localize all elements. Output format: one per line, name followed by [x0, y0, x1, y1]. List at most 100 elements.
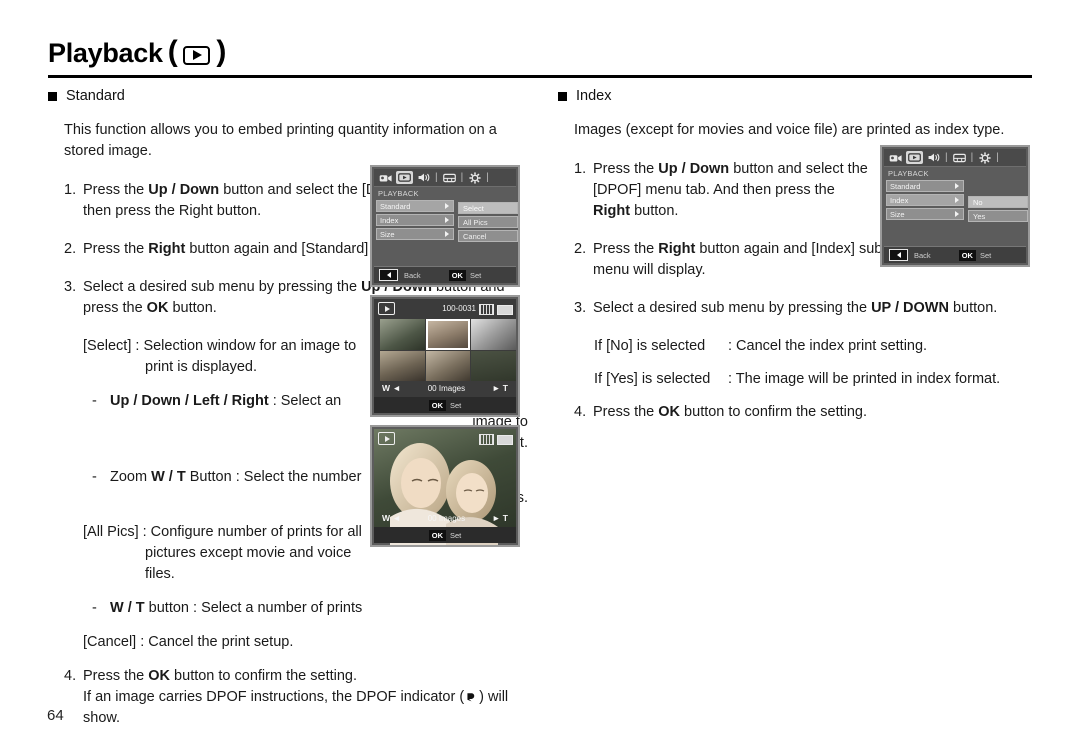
- chevron-right-icon: [445, 203, 449, 209]
- thumbnail-item-selected[interactable]: [425, 319, 471, 350]
- images-count-label: 00 Images: [427, 383, 466, 393]
- zoom-tele-control[interactable]: ► T: [492, 513, 508, 523]
- submenu-item-all-pics[interactable]: All Pics: [458, 216, 518, 228]
- ok-key[interactable]: OK: [428, 399, 446, 411]
- index-intro: Images (except for movies and voice file…: [574, 122, 1005, 138]
- dash-wt-label: W / T: [110, 600, 145, 616]
- if-yes-line: If [Yes] is selected : The image will be…: [594, 369, 1036, 390]
- if-no-text: : Cancel the index print setting.: [728, 338, 928, 354]
- zoom-wide-label: W: [382, 383, 391, 393]
- title-paren-open: (: [167, 35, 178, 68]
- ok-key[interactable]: OK: [448, 269, 466, 281]
- step4-pre: Press the: [83, 668, 149, 684]
- step-number: 2.: [64, 241, 77, 257]
- menu-row-index[interactable]: Index: [376, 214, 454, 226]
- menu-row-label: Index: [890, 195, 909, 205]
- lcd-bottom-bar: Back OK Set: [374, 266, 516, 283]
- page-number: 64: [47, 707, 64, 724]
- playback-icon: [378, 302, 395, 315]
- dash-zoom-pre: Zoom: [110, 469, 152, 485]
- dash-updown-label: Up / Down / Left / Right: [110, 393, 269, 409]
- select-definition-line2: print is displayed.: [145, 359, 258, 375]
- zoom-control-row: W ◄ 00 Images ► T: [374, 513, 516, 523]
- menu-row-standard[interactable]: Standard: [886, 180, 964, 192]
- step-number: 1.: [574, 161, 587, 177]
- header-divider: [48, 75, 1032, 78]
- playback-icon[interactable]: [906, 151, 923, 164]
- setup-icon[interactable]: [466, 171, 483, 184]
- playback-icon[interactable]: [396, 171, 413, 184]
- menu-row-label: Standard: [380, 201, 411, 211]
- thumbnail-item[interactable]: [471, 350, 516, 381]
- menu-row-label: Index: [380, 215, 399, 225]
- menu-row-index[interactable]: Index: [886, 194, 964, 206]
- menu-row-size[interactable]: Size: [376, 228, 454, 240]
- file-number: 100-0031: [442, 304, 476, 313]
- tab-separator: |: [996, 152, 999, 163]
- movie-icon[interactable]: [377, 171, 394, 184]
- thumbnail-item[interactable]: [380, 350, 425, 381]
- ok-key[interactable]: OK: [428, 529, 446, 541]
- step4-pre: Press the: [593, 404, 659, 420]
- submenu-item-select[interactable]: Select: [458, 202, 518, 214]
- allpics-line1: [All Pics] : Configure number of prints …: [83, 524, 362, 540]
- display-icon[interactable]: [441, 171, 458, 184]
- step4-post: button to confirm the setting.: [170, 668, 358, 684]
- sound-icon[interactable]: [925, 151, 942, 164]
- step-text: Select a desired sub menu by pressing th…: [593, 300, 998, 316]
- bullet-square-icon: [558, 91, 567, 101]
- lcd-screen-full-photo: W ◄ 00 Images ► T OK Set: [370, 425, 520, 547]
- setup-icon[interactable]: [976, 151, 993, 164]
- step-number: 3.: [574, 300, 587, 316]
- images-count-label: 00 Images: [427, 513, 466, 523]
- step-text: Press the Up / Down button and select th…: [593, 161, 868, 219]
- dash-zoom-label: W / T: [151, 469, 186, 485]
- submenu-item-yes[interactable]: Yes: [968, 210, 1028, 222]
- back-left-icon[interactable]: [379, 269, 398, 281]
- thumbnail-item[interactable]: [380, 319, 425, 350]
- zoom-wide-control[interactable]: W ◄: [382, 513, 401, 523]
- step4-post: button to confirm the setting.: [680, 404, 868, 420]
- zoom-tele-label: T: [502, 383, 508, 393]
- thumbnail-item[interactable]: [471, 319, 516, 350]
- if-no-label: If [No] is selected: [594, 338, 706, 354]
- step4-line2b: ) will: [479, 689, 509, 705]
- lcd-bottom-bar: Back OK Set: [884, 246, 1026, 263]
- chevron-right-icon: [955, 211, 959, 217]
- section-title-index: Index: [576, 88, 612, 104]
- battery-icon: [497, 304, 513, 315]
- lcd-status-row: 100-0031: [374, 299, 516, 316]
- dash-marker: -: [92, 600, 97, 616]
- menu-row-standard[interactable]: Standard: [376, 200, 454, 212]
- menu-row-label: Size: [890, 209, 905, 219]
- dash-wt-rest: button : Select a number of prints: [144, 600, 363, 616]
- step-number: 2.: [574, 241, 587, 257]
- zoom-tele-control[interactable]: ► T: [492, 383, 508, 393]
- back-label: Back: [914, 250, 931, 260]
- menu-row-label: Size: [380, 229, 395, 239]
- tab-separator: |: [435, 172, 438, 183]
- sound-icon[interactable]: [415, 171, 432, 184]
- lcd-bottom-bar: OK Set: [374, 527, 516, 543]
- display-icon[interactable]: [951, 151, 968, 164]
- step-item: 1. Press the Up / Down button and select…: [574, 159, 874, 222]
- chevron-right-icon: [445, 231, 449, 237]
- submenu-item-no[interactable]: No: [968, 196, 1028, 208]
- thumbnail-item[interactable]: [425, 350, 471, 381]
- ok-key[interactable]: OK: [958, 249, 976, 261]
- playback-play-icon: [183, 45, 211, 65]
- lcd-screen-index-menu: | | | PLAYBACK Standard Index Size No Ye…: [880, 145, 1030, 267]
- step-item: 3. Select a desired sub menu by pressing…: [574, 298, 1036, 319]
- step-item: 2. Press the Right button again and [Ind…: [574, 239, 884, 281]
- zoom-wide-control[interactable]: W ◄: [382, 383, 401, 393]
- back-left-icon[interactable]: [889, 249, 908, 261]
- menu-row-size[interactable]: Size: [886, 208, 964, 220]
- step4-ok: OK: [148, 668, 171, 684]
- lcd-menu-title: PLAYBACK: [888, 169, 929, 178]
- dash-marker: -: [92, 393, 97, 409]
- movie-icon[interactable]: [887, 151, 904, 164]
- step-number: 4.: [64, 668, 77, 684]
- submenu-item-cancel[interactable]: Cancel: [458, 230, 518, 242]
- step-text: Press the OK button to confirm the setti…: [593, 402, 1036, 423]
- lcd-bottom-bar: OK Set: [374, 397, 516, 413]
